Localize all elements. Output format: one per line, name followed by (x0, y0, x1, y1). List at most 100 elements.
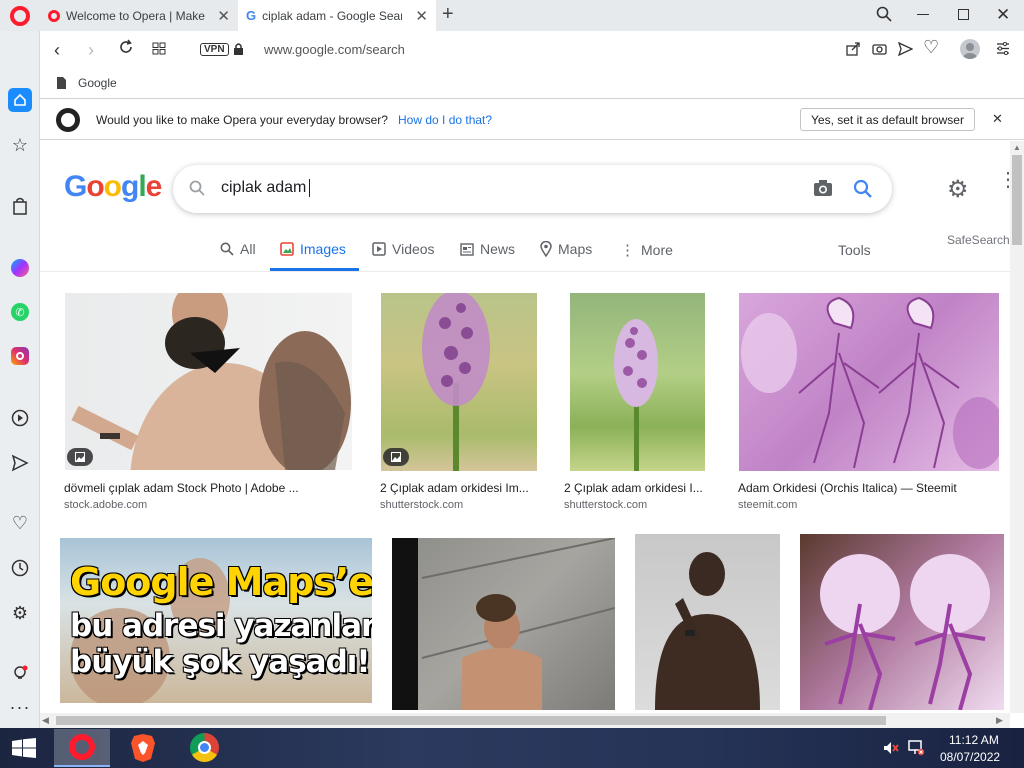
result-caption[interactable]: dövmeli çıplak adam Stock Photo | Adobe … (64, 481, 354, 495)
taskbar-opera-icon[interactable] (54, 729, 110, 767)
tab-google-search[interactable]: G ciplak adam - Google Sear ✕ (238, 0, 436, 31)
minimize-button[interactable] (917, 14, 929, 15)
heart-icon[interactable]: ♡ (8, 511, 32, 535)
taskbar-chrome-icon[interactable] (190, 733, 219, 762)
result-image-orchid-1[interactable] (381, 293, 537, 471)
result-image-orchid-row2[interactable] (800, 534, 1004, 710)
opera-sidebar: ☆ ✆ ♡ ⚙ ··· (0, 31, 40, 728)
result-source[interactable]: steemit.com (738, 499, 797, 511)
lightbulb-icon[interactable] (8, 662, 32, 686)
result-source[interactable]: shutterstock.com (380, 499, 463, 511)
vpn-badge[interactable]: VPN (200, 43, 229, 56)
url-field[interactable]: www.google.com/search (264, 42, 405, 57)
result-image-orchid-2[interactable] (570, 293, 705, 471)
send-to-icon[interactable] (897, 41, 914, 61)
image-icon (280, 242, 294, 256)
more-sidebar-icon[interactable]: ··· (8, 695, 32, 719)
bookmark-google[interactable]: Google (78, 76, 117, 90)
infobar-message: Would you like to make Opera your everyd… (96, 113, 388, 127)
how-do-i-link[interactable]: How do I do that? (398, 113, 492, 127)
safesearch-label[interactable]: SafeSearch (947, 233, 1010, 247)
tab-label: Images (300, 241, 346, 257)
horizontal-scrollbar[interactable]: ◀ ▶ (40, 713, 1010, 728)
speaker-muted-icon[interactable] (883, 741, 899, 760)
tab-videos[interactable]: Videos (372, 241, 435, 257)
close-tab-icon[interactable]: ✕ (217, 7, 230, 25)
scroll-up-arrow[interactable]: ▲ (1013, 143, 1021, 152)
new-tab-button[interactable]: + (442, 3, 454, 26)
taskbar-brave-icon[interactable] (130, 733, 156, 768)
result-caption[interactable]: 2 Çıplak adam orkidesi I... (564, 481, 708, 495)
result-image-google-maps-news[interactable]: Google Maps’e bu adresi yazanlar büyük ş… (60, 538, 372, 703)
scroll-left-arrow[interactable]: ◀ (42, 715, 49, 726)
scroll-thumb-horizontal[interactable] (56, 716, 886, 725)
search-submit-icon[interactable] (853, 179, 873, 204)
result-image-tattooed-man[interactable] (65, 293, 352, 470)
easy-setup-icon[interactable] (996, 41, 1010, 60)
scroll-thumb[interactable] (1012, 155, 1022, 245)
result-image-shirtless-man-street[interactable] (392, 538, 615, 710)
clock-time[interactable]: 11:12 AM (949, 733, 999, 747)
search-icon (220, 242, 234, 256)
clock-date[interactable]: 08/07/2022 (940, 750, 1000, 764)
tab-images[interactable]: Images (280, 241, 346, 257)
close-window-button[interactable]: ✕ (996, 5, 1010, 25)
opera-favicon-icon (48, 9, 60, 22)
result-source[interactable]: shutterstock.com (564, 499, 647, 511)
result-caption[interactable]: 2 Çıplak adam orkidesi Im... (380, 481, 540, 495)
messenger-icon[interactable] (8, 256, 32, 280)
search-box[interactable]: ciplak adam (173, 165, 892, 213)
star-icon[interactable]: ☆ (8, 133, 32, 157)
search-by-image-icon[interactable] (813, 179, 833, 202)
settings-icon[interactable]: ⚙ (8, 601, 32, 625)
maximize-button[interactable] (958, 9, 969, 20)
banner-line-2: bu adresi yazanlar (70, 608, 372, 644)
tab-news[interactable]: News (460, 241, 515, 257)
tab-all[interactable]: All (220, 241, 256, 257)
settings-gear-icon[interactable]: ⚙ (947, 175, 969, 204)
tab-maps[interactable]: Maps (540, 241, 592, 257)
lock-icon[interactable] (233, 42, 244, 61)
result-image-man-portrait[interactable] (635, 534, 780, 710)
tab-label: Maps (558, 241, 593, 257)
bookmarks-bar: Google (40, 69, 1024, 99)
tab-grid-icon[interactable] (152, 42, 166, 60)
close-tab-icon[interactable]: ✕ (415, 7, 428, 25)
opera-menu-icon[interactable] (10, 6, 30, 26)
tab-welcome-opera[interactable]: Welcome to Opera | Make ✕ (40, 0, 238, 31)
search-input[interactable]: ciplak adam (221, 179, 311, 197)
page-icon (56, 76, 67, 93)
home-icon[interactable] (8, 88, 32, 112)
address-bar: ‹ › VPN www.google.com/search ♡ (40, 31, 1024, 69)
tab-more[interactable]: ⋮ More (620, 241, 673, 259)
whatsapp-icon[interactable]: ✆ (8, 300, 32, 324)
forward-icon[interactable]: › (88, 40, 94, 61)
profile-avatar-icon[interactable] (960, 39, 980, 59)
banner-line-1: Google Maps’e (70, 560, 372, 604)
close-infobar-icon[interactable]: ✕ (992, 111, 1003, 127)
reload-icon[interactable] (118, 39, 134, 60)
set-default-button[interactable]: Yes, set it as default browser (800, 108, 975, 131)
history-icon[interactable] (8, 556, 32, 580)
result-caption[interactable]: Adam Orkidesi (Orchis Italica) — Steemit (738, 481, 1008, 495)
google-favicon-icon: G (246, 8, 257, 23)
tools-button[interactable]: Tools (838, 242, 871, 258)
shopping-bag-icon[interactable] (8, 194, 32, 218)
send-icon[interactable] (8, 451, 32, 475)
vertical-scrollbar[interactable]: ▲ (1010, 141, 1024, 713)
windows-start-icon[interactable] (12, 738, 36, 763)
player-icon[interactable] (8, 406, 32, 430)
search-tabs-icon[interactable] (876, 6, 892, 27)
camera-icon[interactable] (872, 42, 887, 60)
bookmark-heart-icon[interactable]: ♡ (923, 37, 939, 58)
scroll-right-arrow[interactable]: ▶ (996, 715, 1003, 726)
google-results-page: Google ciplak adam ⚙ ⋮ All Images Videos… (40, 141, 1024, 713)
back-icon[interactable]: ‹ (54, 40, 60, 61)
search-magnifier-icon (189, 180, 205, 201)
result-source[interactable]: stock.adobe.com (64, 499, 147, 511)
google-logo[interactable]: Google (64, 170, 162, 204)
instagram-icon[interactable] (8, 344, 32, 368)
network-icon[interactable] (907, 740, 925, 761)
result-image-orchid-closeup[interactable] (739, 293, 999, 471)
share-icon[interactable] (846, 42, 860, 61)
